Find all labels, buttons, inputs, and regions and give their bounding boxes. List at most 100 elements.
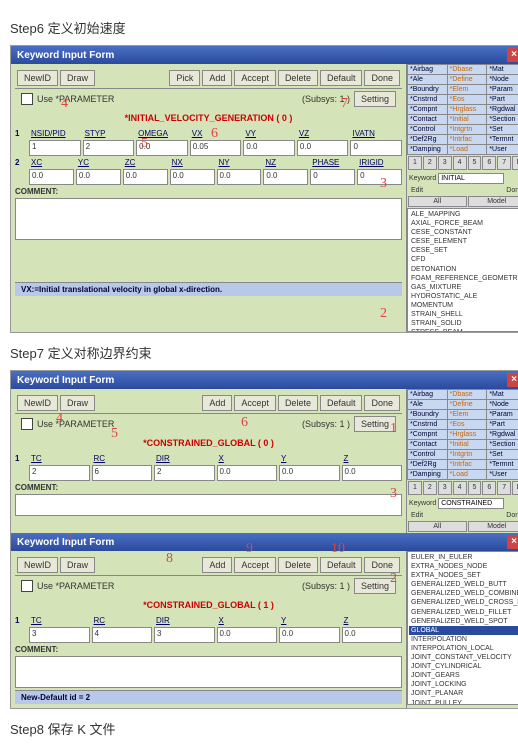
field-input[interactable]: 0.0 bbox=[170, 169, 215, 185]
field-input[interactable]: 0.0 bbox=[29, 169, 74, 185]
accept-button[interactable]: Accept bbox=[234, 557, 276, 573]
keyword-item[interactable]: STRAIN_SOLID bbox=[409, 319, 518, 328]
keyword-search[interactable] bbox=[438, 498, 504, 509]
category-button[interactable]: *Section bbox=[487, 440, 518, 449]
keyword-item[interactable]: JOINT_GEARS bbox=[409, 671, 518, 680]
category-button[interactable]: *Mat bbox=[487, 390, 518, 399]
delete-button[interactable]: Delete bbox=[278, 395, 318, 411]
page-num-button[interactable]: 3 bbox=[438, 156, 452, 170]
close-icon[interactable]: × bbox=[507, 535, 518, 549]
field-input[interactable]: 0.0 bbox=[76, 169, 121, 185]
category-button[interactable]: *Damping bbox=[408, 470, 447, 479]
category-button[interactable]: *Boundry bbox=[408, 85, 447, 94]
category-button[interactable]: *Eos bbox=[448, 95, 487, 104]
category-button[interactable]: *User bbox=[487, 470, 518, 479]
field-input[interactable]: 0.0 bbox=[123, 169, 168, 185]
field-input[interactable]: 0 bbox=[310, 169, 355, 185]
keyword-item[interactable]: EXTRA_NODES_NODE bbox=[409, 562, 518, 571]
keyword-item[interactable]: CESE_CONSTANT bbox=[409, 228, 518, 237]
page-num-button[interactable]: 5 bbox=[468, 156, 482, 170]
setting-button[interactable]: Setting bbox=[354, 416, 396, 432]
page-num-button[interactable]: 7 bbox=[497, 156, 511, 170]
field-input[interactable]: 0.0 bbox=[217, 627, 278, 643]
delete-button[interactable]: Delete bbox=[278, 70, 318, 86]
keyword-list[interactable]: ALE_MAPPINGAXIAL_FORCE_BEAMCESE_CONSTANT… bbox=[407, 208, 518, 332]
keyword-item[interactable]: GENERALIZED_WELD_CROSS_F bbox=[409, 598, 518, 607]
page-num-button[interactable]: 5 bbox=[468, 481, 482, 495]
field-input[interactable]: 0.0 bbox=[279, 627, 340, 643]
category-button[interactable]: *Airbag bbox=[408, 65, 447, 74]
category-button[interactable]: *Intgrtn bbox=[448, 125, 487, 134]
keyword-item[interactable]: INTERPOLATION bbox=[409, 635, 518, 644]
keyword-item[interactable]: GENERALIZED_WELD_FILLET bbox=[409, 608, 518, 617]
category-button[interactable]: *Define bbox=[448, 75, 487, 84]
keyword-item[interactable]: GLOBAL bbox=[409, 626, 518, 635]
keyword-item[interactable]: JOINT_CONSTANT_VELOCITY bbox=[409, 653, 518, 662]
page-num-button[interactable]: D bbox=[512, 481, 518, 495]
keyword-item[interactable]: GENERALIZED_WELD_BUTT bbox=[409, 580, 518, 589]
category-button[interactable]: *Param bbox=[487, 85, 518, 94]
keyword-item[interactable]: CFD bbox=[409, 255, 518, 264]
category-button[interactable]: *Control bbox=[408, 125, 447, 134]
category-button[interactable]: *Cnstrnd bbox=[408, 420, 447, 429]
delete-button[interactable]: Delete bbox=[278, 557, 318, 573]
field-input[interactable]: 6 bbox=[92, 465, 153, 481]
field-input[interactable]: 3 bbox=[29, 627, 90, 643]
page-num-button[interactable]: 7 bbox=[497, 481, 511, 495]
page-num-button[interactable]: 6 bbox=[482, 481, 496, 495]
category-button[interactable]: *Boundry bbox=[408, 410, 447, 419]
category-button[interactable]: *Damping bbox=[408, 145, 447, 154]
category-button[interactable]: *Termnt bbox=[487, 135, 518, 144]
add-button[interactable]: Add bbox=[202, 70, 232, 86]
field-input[interactable]: 0.05 bbox=[190, 140, 242, 156]
category-button[interactable]: *Dbase bbox=[448, 65, 487, 74]
category-button[interactable]: *Define bbox=[448, 400, 487, 409]
keyword-item[interactable]: EXTRA_NODES_SET bbox=[409, 571, 518, 580]
keyword-list[interactable]: EULER_IN_EULEREXTRA_NODES_NODEEXTRA_NODE… bbox=[407, 551, 518, 705]
keyword-item[interactable]: GAS_MIXTURE bbox=[409, 283, 518, 292]
default-button[interactable]: Default bbox=[320, 557, 363, 573]
model-button[interactable]: Model bbox=[468, 521, 518, 532]
keyword-item[interactable]: JOINT_PULLEY bbox=[409, 699, 518, 706]
field-input[interactable]: 2 bbox=[83, 140, 135, 156]
category-button[interactable]: *Node bbox=[487, 75, 518, 84]
keyword-item[interactable]: JOINT_PLANAR bbox=[409, 689, 518, 698]
newid-button[interactable]: NewID bbox=[17, 70, 58, 86]
category-button[interactable]: *Initial bbox=[448, 440, 487, 449]
accept-button[interactable]: Accept bbox=[234, 70, 276, 86]
default-button[interactable]: Default bbox=[320, 70, 363, 86]
keyword-item[interactable]: JOINT_LOCKING bbox=[409, 680, 518, 689]
category-button[interactable]: *Cnstrnd bbox=[408, 95, 447, 104]
keyword-item[interactable]: GENERALIZED_WELD_SPOT bbox=[409, 617, 518, 626]
keyword-item[interactable]: STRESS_BEAM bbox=[409, 328, 518, 332]
category-button[interactable]: *Def2Rg bbox=[408, 460, 447, 469]
keyword-item[interactable]: INTERPOLATION_LOCAL bbox=[409, 644, 518, 653]
page-num-button[interactable]: 2 bbox=[423, 156, 437, 170]
all-button[interactable]: All bbox=[408, 196, 467, 207]
category-button[interactable]: *Hrglass bbox=[448, 105, 487, 114]
accept-button[interactable]: Accept bbox=[234, 395, 276, 411]
page-num-button[interactable]: 1 bbox=[408, 156, 422, 170]
draw-button[interactable]: Draw bbox=[60, 557, 95, 573]
field-input[interactable]: 1 bbox=[29, 140, 81, 156]
setting-button[interactable]: Setting bbox=[354, 91, 396, 107]
keyword-item[interactable]: JOINT_CYLINDRICAL bbox=[409, 662, 518, 671]
draw-button[interactable]: Draw bbox=[60, 70, 95, 86]
field-input[interactable]: 0.0 bbox=[217, 465, 278, 481]
category-button[interactable]: *Control bbox=[408, 450, 447, 459]
field-input[interactable]: 4 bbox=[92, 627, 153, 643]
done-button[interactable]: Done bbox=[364, 557, 400, 573]
category-button[interactable]: *Load bbox=[448, 470, 487, 479]
add-button[interactable]: Add bbox=[202, 395, 232, 411]
done-label[interactable]: Done bbox=[506, 187, 518, 194]
category-button[interactable]: *Dbase bbox=[448, 390, 487, 399]
keyword-item[interactable]: HYDROSTATIC_ALE bbox=[409, 292, 518, 301]
category-button[interactable]: *Intrfac bbox=[448, 460, 487, 469]
field-input[interactable]: 0.0 bbox=[342, 627, 403, 643]
category-button[interactable]: *Param bbox=[487, 410, 518, 419]
category-button[interactable]: *Set bbox=[487, 125, 518, 134]
field-input[interactable]: 0.0 bbox=[217, 169, 262, 185]
newid-button[interactable]: NewID bbox=[17, 395, 58, 411]
param-checkbox[interactable] bbox=[21, 418, 33, 430]
category-button[interactable]: *Compnt bbox=[408, 105, 447, 114]
